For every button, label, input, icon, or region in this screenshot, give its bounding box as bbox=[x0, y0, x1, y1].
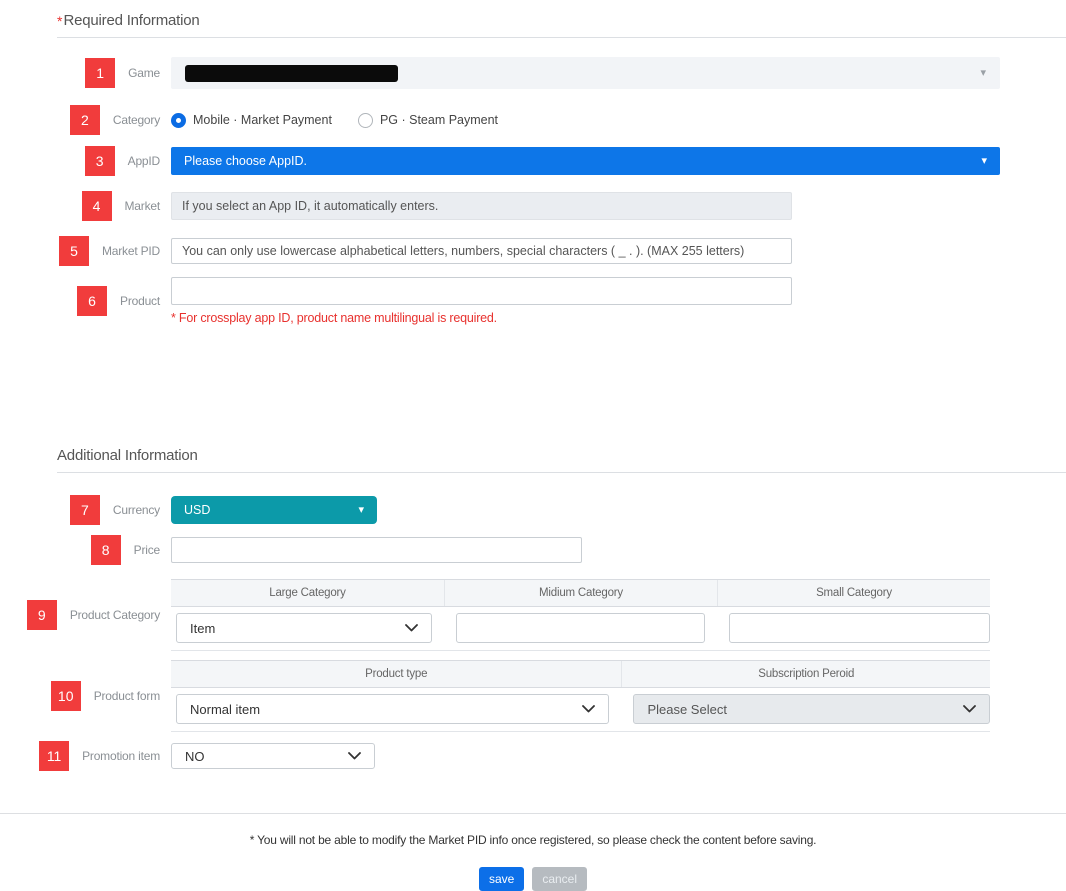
chevron-down-icon bbox=[582, 705, 595, 713]
currency-label: Currency bbox=[113, 503, 160, 517]
subscription-period-select-value: Please Select bbox=[647, 702, 727, 717]
radio-selected-icon bbox=[171, 113, 186, 128]
radio-mobile-market-payment[interactable]: Mobile · Market Payment bbox=[171, 113, 332, 128]
step-badge-5: 5 bbox=[59, 236, 89, 266]
category-row: 2 Category Mobile · Market Payment PG · … bbox=[0, 105, 1066, 135]
appid-select[interactable]: Please choose AppID. ▾ bbox=[171, 147, 1000, 175]
appid-label: AppID bbox=[128, 154, 160, 168]
chevron-down-icon bbox=[405, 624, 418, 632]
product-category-label: Product Category bbox=[70, 608, 160, 622]
product-type-select-value: Normal item bbox=[190, 702, 260, 717]
redacted-game-name bbox=[185, 65, 398, 82]
large-category-header: Large Category bbox=[171, 580, 444, 606]
step-badge-3: 3 bbox=[85, 146, 115, 176]
promotion-item-select-value: NO bbox=[185, 749, 205, 764]
price-row: 8 Price bbox=[0, 535, 1066, 565]
step-badge-9: 9 bbox=[27, 600, 57, 630]
product-crossplay-note: * For crossplay app ID, product name mul… bbox=[171, 311, 1066, 325]
market-pid-input[interactable] bbox=[171, 238, 792, 264]
appid-row: 3 AppID Please choose AppID. ▾ bbox=[0, 146, 1066, 176]
small-category-input[interactable] bbox=[729, 613, 990, 643]
product-form-row: 10 Product form Product type Subscriptio… bbox=[0, 660, 1066, 732]
market-input bbox=[171, 192, 792, 220]
category-label: Category bbox=[113, 113, 160, 127]
radio-pg-steam-payment-label: PG · Steam Payment bbox=[380, 113, 498, 127]
radio-pg-steam-payment[interactable]: PG · Steam Payment bbox=[358, 113, 498, 128]
footer-actions: save cancel bbox=[0, 867, 1066, 891]
product-label: Product bbox=[120, 294, 160, 308]
currency-select[interactable]: USD ▾ bbox=[171, 496, 377, 524]
game-row: 1 Game ▾ bbox=[0, 57, 1066, 89]
chevron-down-icon bbox=[963, 705, 976, 713]
caret-down-icon: ▾ bbox=[981, 156, 987, 167]
product-input[interactable] bbox=[171, 277, 792, 305]
product-type-header: Product type bbox=[171, 661, 621, 687]
step-badge-10: 10 bbox=[51, 681, 81, 711]
market-pid-label: Market PID bbox=[102, 244, 160, 258]
step-badge-2: 2 bbox=[70, 105, 100, 135]
chevron-down-icon bbox=[348, 752, 361, 760]
large-category-select[interactable]: Item bbox=[176, 613, 432, 643]
subscription-period-select: Please Select bbox=[633, 694, 990, 724]
product-category-table: Large Category Midium Category Small Cat… bbox=[171, 579, 990, 651]
market-pid-row: 5 Market PID bbox=[0, 236, 1066, 266]
small-category-header: Small Category bbox=[717, 580, 990, 606]
product-row: 6 Product * For crossplay app ID, produc… bbox=[0, 277, 1066, 325]
required-asterisk: * bbox=[57, 13, 62, 29]
market-pid-warning-note: * You will not be able to modify the Mar… bbox=[0, 833, 1066, 847]
caret-down-icon: ▾ bbox=[358, 505, 364, 516]
product-category-row: 9 Product Category Large Category Midium… bbox=[0, 579, 1066, 651]
step-badge-6: 6 bbox=[77, 286, 107, 316]
cancel-button[interactable]: cancel bbox=[532, 867, 587, 891]
promotion-item-select[interactable]: NO bbox=[171, 743, 375, 769]
product-form-table: Product type Subscription Peroid Normal … bbox=[171, 660, 990, 732]
required-section-title: Required Information bbox=[63, 12, 199, 29]
radio-mobile-market-payment-label: Mobile · Market Payment bbox=[193, 113, 332, 127]
additional-section-title: Additional Information bbox=[57, 447, 198, 464]
step-badge-7: 7 bbox=[70, 495, 100, 525]
step-badge-1: 1 bbox=[85, 58, 115, 88]
game-select[interactable]: ▾ bbox=[171, 57, 1000, 89]
radio-unselected-icon bbox=[358, 113, 373, 128]
price-label: Price bbox=[134, 543, 160, 557]
step-badge-4: 4 bbox=[82, 191, 112, 221]
game-label: Game bbox=[128, 66, 160, 80]
market-label: Market bbox=[125, 199, 160, 213]
caret-down-icon: ▾ bbox=[980, 68, 986, 79]
large-category-select-value: Item bbox=[190, 621, 215, 636]
appid-select-placeholder: Please choose AppID. bbox=[184, 154, 307, 168]
promotion-item-label: Promotion item bbox=[82, 749, 160, 763]
additional-section-header: Additional Information bbox=[57, 435, 1066, 473]
product-type-select[interactable]: Normal item bbox=[176, 694, 609, 724]
save-button[interactable]: save bbox=[479, 867, 524, 891]
currency-row: 7 Currency USD ▾ bbox=[0, 495, 1066, 525]
market-row: 4 Market bbox=[0, 191, 1066, 221]
step-badge-8: 8 bbox=[91, 535, 121, 565]
midium-category-input[interactable] bbox=[456, 613, 705, 643]
required-section-header: *Required Information bbox=[57, 0, 1066, 38]
step-badge-11: 11 bbox=[39, 741, 69, 771]
currency-select-value: USD bbox=[184, 503, 210, 517]
price-input[interactable] bbox=[171, 537, 582, 563]
footer-divider bbox=[0, 813, 1066, 814]
midium-category-header: Midium Category bbox=[444, 580, 717, 606]
subscription-period-header: Subscription Peroid bbox=[621, 661, 990, 687]
product-form-label: Product form bbox=[94, 689, 160, 703]
promotion-item-row: 11 Promotion item NO bbox=[0, 741, 1066, 771]
